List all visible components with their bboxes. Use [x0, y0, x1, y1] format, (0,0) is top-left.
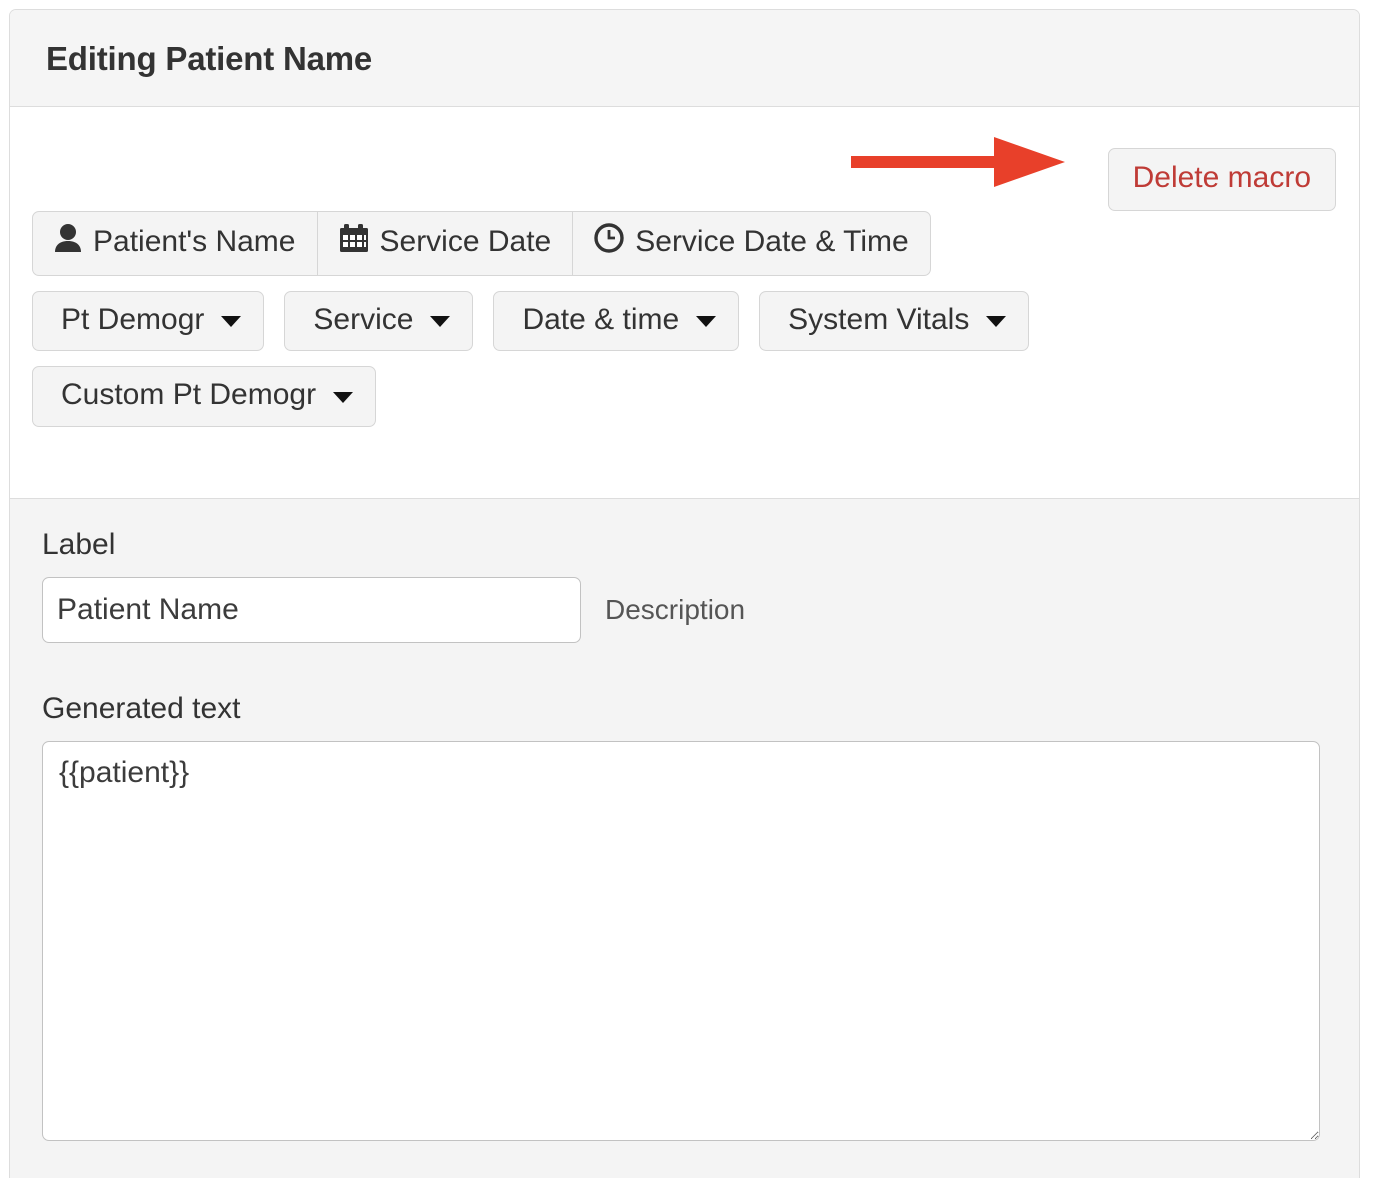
- quick-button-label: Service Date: [379, 225, 552, 258]
- calendar-icon: [339, 223, 369, 262]
- label-input[interactable]: [42, 577, 581, 643]
- dropdown-pt-demogr[interactable]: Pt Demogr: [32, 290, 265, 351]
- insert-service-date-button[interactable]: Service Date: [316, 211, 574, 276]
- quick-insert-button-group: Patient's Name Service Date Service Date…: [32, 211, 931, 276]
- generated-text-caption: Generated text: [42, 692, 241, 725]
- dropdown-date-time[interactable]: Date & time: [493, 290, 740, 351]
- chevron-down-icon: [696, 316, 717, 328]
- dropdown-custom-pt-demogr[interactable]: Custom Pt Demogr: [32, 366, 377, 427]
- dropdown-label: Date & time: [522, 302, 680, 336]
- delete-macro-button[interactable]: Delete macro: [1107, 148, 1336, 211]
- label-description-row: Description: [42, 577, 1327, 643]
- macro-category-row-2: Custom Pt Demogr: [32, 366, 1345, 427]
- macro-form-section: Label Description Generated text: [10, 499, 1359, 1178]
- description-caption: Description: [605, 594, 746, 626]
- page-title: Editing Patient Name: [46, 39, 373, 77]
- dropdown-label: Custom Pt Demogr: [61, 378, 317, 411]
- chevron-down-icon: [430, 316, 451, 328]
- quick-button-label: Service Date & Time: [635, 225, 909, 258]
- quick-button-label: Patient's Name: [93, 225, 296, 258]
- generated-text-textarea[interactable]: [42, 741, 1320, 1141]
- page-root: Editing Patient Name Delete macro Patien…: [0, 0, 1378, 1178]
- chevron-down-icon: [986, 316, 1007, 328]
- dropdown-service[interactable]: Service: [284, 290, 474, 351]
- editing-macro-panel: Editing Patient Name Delete macro Patien…: [9, 9, 1360, 1178]
- dropdown-label: System Vitals: [788, 302, 970, 336]
- insert-patients-name-button[interactable]: Patient's Name: [32, 211, 318, 276]
- dropdown-label: Service: [313, 302, 414, 336]
- user-icon: [54, 223, 82, 262]
- clock-icon: [594, 223, 624, 262]
- dropdown-label: Pt Demogr: [61, 302, 205, 336]
- chevron-down-icon: [221, 316, 242, 328]
- macro-toolbar-body: Delete macro Patient's Name Service Date…: [10, 107, 1359, 499]
- panel-heading: Editing Patient Name: [10, 10, 1359, 107]
- delete-macro-row: Delete macro: [24, 125, 1345, 211]
- macro-category-row-1: Pt Demogr Service Date & time System Vit…: [32, 290, 1345, 351]
- chevron-down-icon: [333, 391, 354, 403]
- dropdown-system-vitals[interactable]: System Vitals: [759, 290, 1030, 351]
- annotation-arrow-icon: [851, 135, 1066, 189]
- insert-service-date-time-button[interactable]: Service Date & Time: [572, 211, 931, 276]
- label-field-caption: Label: [42, 528, 116, 561]
